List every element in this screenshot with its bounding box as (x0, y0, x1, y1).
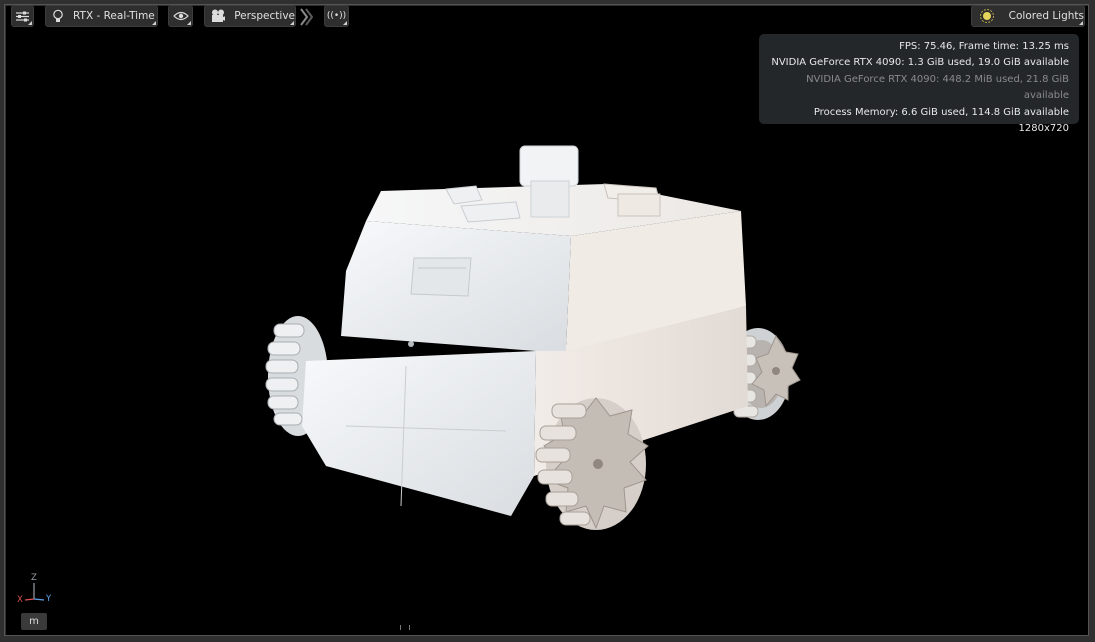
fps-readout: FPS: 75.46, Frame time: 13.25 ms (899, 41, 1069, 52)
gpu1-memory: NVIDIA GeForce RTX 4090: 448.2 MiB used,… (806, 73, 1069, 102)
renderer-label: RTX - Real-Time (73, 10, 155, 22)
axis-gizmo: Z X Y (16, 573, 56, 613)
viewport-resize-handle[interactable] (400, 625, 410, 630)
body-front (302, 351, 536, 516)
stats-overlay: FPS: 75.46, Frame time: 13.25 ms NVIDIA … (759, 34, 1079, 134)
broadcast-icon: ((•)) (326, 11, 347, 21)
top-fixtures (445, 145, 661, 223)
dropdown-corner-icon (28, 21, 32, 25)
broadcast-button[interactable]: ((•)) (324, 5, 349, 27)
settings-button[interactable] (11, 5, 34, 27)
lightbulb-icon (53, 9, 63, 22)
lighting-dropdown[interactable]: Colored Lights (971, 5, 1085, 27)
renderer-dropdown[interactable]: RTX - Real-Time (45, 5, 158, 27)
axis-y-label: Y (46, 594, 52, 604)
dropdown-corner-icon (187, 21, 191, 25)
axis-x-label: X (17, 595, 23, 605)
dropdown-corner-icon (290, 21, 294, 25)
sun-icon (980, 9, 994, 23)
visibility-button[interactable] (168, 5, 193, 27)
resolution-readout: 1280x720 (1018, 123, 1069, 135)
gpu0-memory: NVIDIA GeForce RTX 4090: 1.3 GiB used, 1… (771, 57, 1069, 69)
dropdown-corner-icon (343, 21, 347, 25)
units-indicator[interactable]: m (21, 613, 47, 630)
camera-label: Perspective (234, 10, 295, 22)
dropdown-corner-icon (1079, 21, 1083, 25)
axis-z-label: Z (31, 573, 37, 583)
process-memory: Process Memory: 6.6 GiB used, 114.8 GiB … (813, 106, 1069, 118)
dropdown-corner-icon (152, 21, 156, 25)
chevron-right-double-icon[interactable] (299, 8, 314, 30)
movie-camera-icon (212, 9, 226, 22)
camera-dropdown[interactable]: Perspective (204, 5, 296, 27)
eye-icon (172, 11, 189, 21)
sliders-icon (16, 11, 29, 21)
lighting-label: Colored Lights (1008, 10, 1084, 22)
